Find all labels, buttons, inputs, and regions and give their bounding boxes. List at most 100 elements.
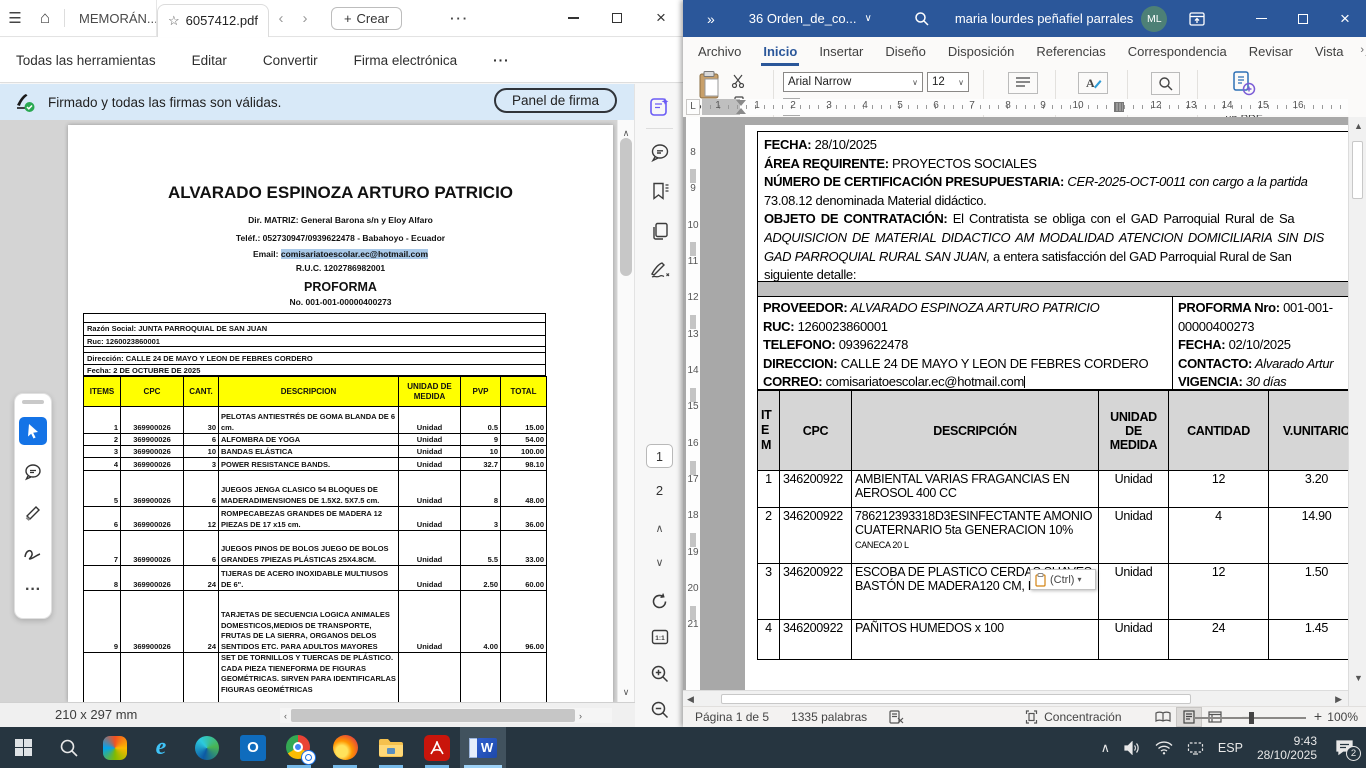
- horizontal-ruler[interactable]: 1123456789101213141516: [702, 99, 1348, 115]
- scroll-thumb[interactable]: [291, 709, 575, 722]
- menu-more-icon[interactable]: ···: [493, 53, 510, 68]
- taskbar-acrobat-icon[interactable]: [414, 727, 460, 768]
- tab-insertar[interactable]: Insertar: [808, 37, 874, 66]
- scroll-right-icon[interactable]: ▶: [1335, 694, 1342, 705]
- tab-correspondencia[interactable]: Correspondencia: [1117, 37, 1238, 66]
- word-page[interactable]: FECHA: 28/10/2025 ÁREA REQUIRENTE: PROYE…: [745, 125, 1348, 690]
- taskbar-search-button[interactable]: [46, 727, 92, 768]
- close-button[interactable]: ×: [1324, 0, 1366, 37]
- menu-all-tools[interactable]: Todas las herramientas: [16, 53, 156, 68]
- fit-one-to-one-icon[interactable]: 1:1: [635, 627, 684, 647]
- current-page-indicator[interactable]: 1: [646, 444, 673, 468]
- bookmarks-panel-icon[interactable]: [635, 181, 684, 201]
- pdf-horizontal-scrollbar[interactable]: ‹ ›: [280, 708, 612, 723]
- taskbar-edge-icon[interactable]: [184, 727, 230, 768]
- table-column-marker[interactable]: [1114, 102, 1124, 112]
- drag-handle[interactable]: [22, 400, 44, 404]
- tab-revisar[interactable]: Revisar: [1238, 37, 1304, 66]
- word-vertical-scrollbar[interactable]: ▲ ▼: [1348, 117, 1366, 707]
- taskbar-internet-explorer-icon[interactable]: e: [138, 727, 184, 768]
- font-size-combo[interactable]: 12∨: [927, 72, 969, 92]
- quick-access-overflow-icon[interactable]: »: [707, 11, 715, 27]
- taskbar-word-icon[interactable]: W: [460, 727, 506, 768]
- menu-convert[interactable]: Convertir: [263, 53, 318, 68]
- zoom-in-icon[interactable]: [635, 664, 684, 684]
- tab-diseno[interactable]: Diseño: [874, 37, 936, 66]
- sign-panel-icon[interactable]: [635, 260, 684, 280]
- draw-tool-button[interactable]: [19, 540, 47, 568]
- volume-icon[interactable]: [1124, 741, 1141, 755]
- menu-esign[interactable]: Firma electrónica: [354, 53, 458, 68]
- page-count[interactable]: Página 1 de 5: [695, 710, 769, 724]
- scroll-right-icon[interactable]: ›: [579, 711, 582, 721]
- cut-icon[interactable]: [731, 74, 745, 88]
- search-icon[interactable]: [914, 11, 929, 26]
- tab-back-icon[interactable]: ‹: [269, 10, 293, 27]
- taskbar-chrome-icon[interactable]: [276, 727, 322, 768]
- menu-edit[interactable]: Editar: [192, 53, 227, 68]
- word-count[interactable]: 1335 palabras: [791, 710, 867, 724]
- minimize-button[interactable]: [1240, 0, 1282, 37]
- taskbar-explorer-icon[interactable]: [368, 727, 414, 768]
- start-button[interactable]: [0, 727, 46, 768]
- notification-center-icon[interactable]: 2: [1335, 739, 1354, 756]
- tab-forward-icon[interactable]: ›: [293, 10, 317, 27]
- comments-panel-icon[interactable]: [635, 142, 684, 163]
- comment-tool-button[interactable]: [19, 458, 47, 486]
- maximize-button[interactable]: [1282, 0, 1324, 37]
- maximize-button[interactable]: [595, 0, 639, 36]
- create-button[interactable]: + Crear: [331, 7, 402, 30]
- paste-button[interactable]: Pegar ▾: [693, 70, 725, 124]
- document-area[interactable]: 89101112131415161718192021 FECHA: 28/10/…: [683, 117, 1348, 690]
- title-dropdown-icon[interactable]: ∨: [865, 13, 872, 24]
- scroll-down-icon[interactable]: ∨: [618, 682, 634, 700]
- taskbar-copilot-icon[interactable]: [92, 727, 138, 768]
- first-line-indent-marker[interactable]: [736, 100, 746, 106]
- scroll-down-icon[interactable]: ▼: [1354, 673, 1363, 683]
- more-tabs-icon[interactable]: ›: [1360, 44, 1364, 56]
- more-tools-icon[interactable]: ···: [25, 581, 41, 599]
- wifi-icon[interactable]: [1155, 741, 1173, 755]
- tab-disposicion[interactable]: Disposición: [937, 37, 1025, 66]
- tab-6057412-pdf[interactable]: ☆ 6057412.pdf: [157, 4, 269, 37]
- scroll-left-icon[interactable]: ‹: [284, 711, 287, 721]
- scroll-up-icon[interactable]: ▲: [1354, 121, 1363, 131]
- tab-vista[interactable]: Vista: [1304, 37, 1355, 66]
- word-horizontal-scrollbar[interactable]: ◀ ▶: [683, 690, 1348, 706]
- language-indicator[interactable]: ESP: [1218, 741, 1243, 755]
- tab-referencias[interactable]: Referencias: [1025, 37, 1116, 66]
- highlight-tool-button[interactable]: [19, 499, 47, 527]
- connect-display-icon[interactable]: [1187, 741, 1204, 755]
- zoom-in-button[interactable]: +: [1314, 708, 1322, 724]
- scroll-left-icon[interactable]: ◀: [687, 694, 694, 705]
- focus-icon[interactable]: [1025, 710, 1038, 724]
- close-button[interactable]: ×: [639, 0, 683, 36]
- star-icon[interactable]: ☆: [168, 13, 180, 29]
- home-icon[interactable]: ⌂: [30, 8, 60, 28]
- taskbar-firefox-icon[interactable]: [322, 727, 368, 768]
- scroll-thumb[interactable]: [721, 694, 1191, 704]
- signature-panel-button[interactable]: Panel de firma: [494, 88, 617, 113]
- document-title[interactable]: 36 Orden_de_co...: [749, 11, 857, 26]
- read-mode-icon[interactable]: [1150, 707, 1176, 727]
- menu-icon[interactable]: ☰: [0, 9, 30, 27]
- paste-options-button[interactable]: (Ctrl) ▾: [1030, 569, 1096, 590]
- ribbon-display-options-icon[interactable]: [1189, 12, 1205, 26]
- taskbar-outlook-icon[interactable]: O: [230, 727, 276, 768]
- font-name-combo[interactable]: Arial Narrow∨: [783, 72, 923, 92]
- focus-label[interactable]: Concentración: [1044, 710, 1121, 724]
- user-name[interactable]: maria lourdes peñafiel parrales: [955, 11, 1133, 26]
- page-up-icon[interactable]: ∧: [635, 522, 684, 535]
- tab-inicio[interactable]: Inicio: [752, 37, 808, 66]
- zoom-slider-thumb[interactable]: [1249, 712, 1254, 724]
- more-options-icon[interactable]: ···: [450, 11, 469, 26]
- next-page-number[interactable]: 2: [635, 483, 684, 498]
- clock[interactable]: 9:43 28/10/2025: [1257, 734, 1317, 762]
- select-tool-button[interactable]: [19, 417, 47, 445]
- pdf-page[interactable]: ALVARADO ESPINOZA ARTURO PATRICIO Dir. M…: [68, 125, 613, 702]
- tab-memorandum[interactable]: MEMORÁN...: [69, 0, 157, 36]
- pdf-vertical-scrollbar[interactable]: ∧ ∨: [617, 120, 634, 702]
- avatar[interactable]: ML: [1141, 6, 1167, 32]
- minimize-button[interactable]: [551, 0, 595, 36]
- proofing-icon[interactable]: [889, 710, 905, 724]
